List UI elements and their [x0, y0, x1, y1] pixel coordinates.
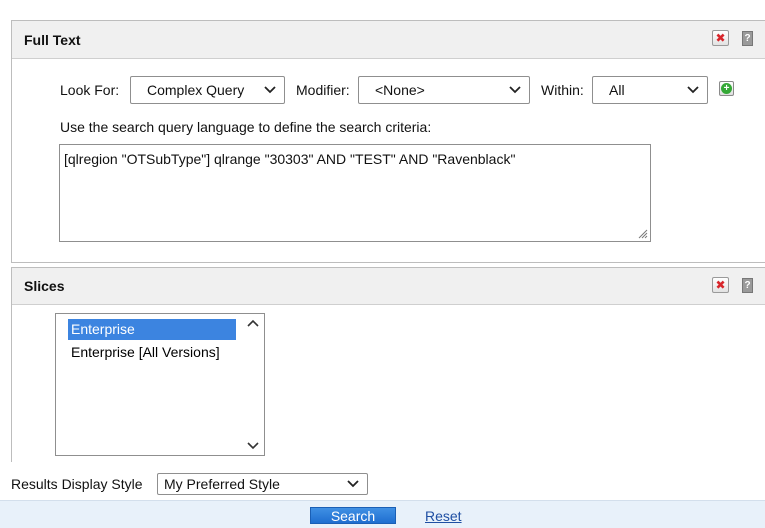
chevron-down-icon — [347, 480, 359, 488]
reset-link[interactable]: Reset — [425, 508, 462, 524]
list-item[interactable]: Enterprise — [68, 319, 236, 340]
plus-icon: + — [721, 83, 732, 94]
scroll-up-icon[interactable] — [247, 318, 259, 328]
slices-help-icon[interactable]: ? — [742, 278, 753, 293]
full-text-title: Full Text — [24, 31, 81, 48]
chevron-down-icon — [264, 86, 276, 94]
within-select[interactable]: All — [592, 76, 708, 104]
within-label: Within: — [541, 82, 584, 98]
results-display-value: My Preferred Style — [164, 476, 280, 492]
slices-close-icon[interactable]: ✖ — [712, 277, 729, 293]
add-criteria-button[interactable]: + — [719, 81, 734, 96]
look-for-label: Look For: — [60, 82, 120, 98]
look-for-select[interactable]: Complex Query — [130, 76, 285, 104]
modifier-label: Modifier: — [296, 82, 350, 98]
slices-title: Slices — [24, 278, 65, 294]
chevron-down-icon — [687, 86, 699, 94]
slices-panel-header: Slices — [12, 268, 765, 305]
look-for-value: Complex Query — [147, 82, 245, 98]
resize-grip-icon[interactable] — [638, 229, 648, 239]
scroll-down-icon[interactable] — [247, 441, 259, 451]
results-display-select[interactable]: My Preferred Style — [157, 473, 368, 495]
full-text-help-icon[interactable]: ? — [742, 31, 753, 46]
query-textarea[interactable]: [qlregion "OTSubType"] qlrange "30303" A… — [59, 144, 651, 242]
modifier-value: <None> — [375, 82, 425, 98]
results-display-label: Results Display Style — [11, 476, 143, 492]
full-text-close-icon[interactable]: ✖ — [712, 30, 729, 46]
chevron-down-icon — [509, 86, 521, 94]
query-instruction: Use the search query language to define … — [60, 119, 432, 135]
search-button[interactable]: Search — [310, 507, 396, 524]
list-item[interactable]: Enterprise [All Versions] — [68, 342, 220, 363]
within-value: All — [609, 82, 625, 98]
full-text-panel-header: Full Text — [12, 21, 765, 59]
query-text: [qlregion "OTSubType"] qlrange "30303" A… — [64, 151, 516, 167]
slices-listbox[interactable]: Enterprise Enterprise [All Versions] — [55, 313, 265, 456]
modifier-select[interactable]: <None> — [358, 76, 530, 104]
